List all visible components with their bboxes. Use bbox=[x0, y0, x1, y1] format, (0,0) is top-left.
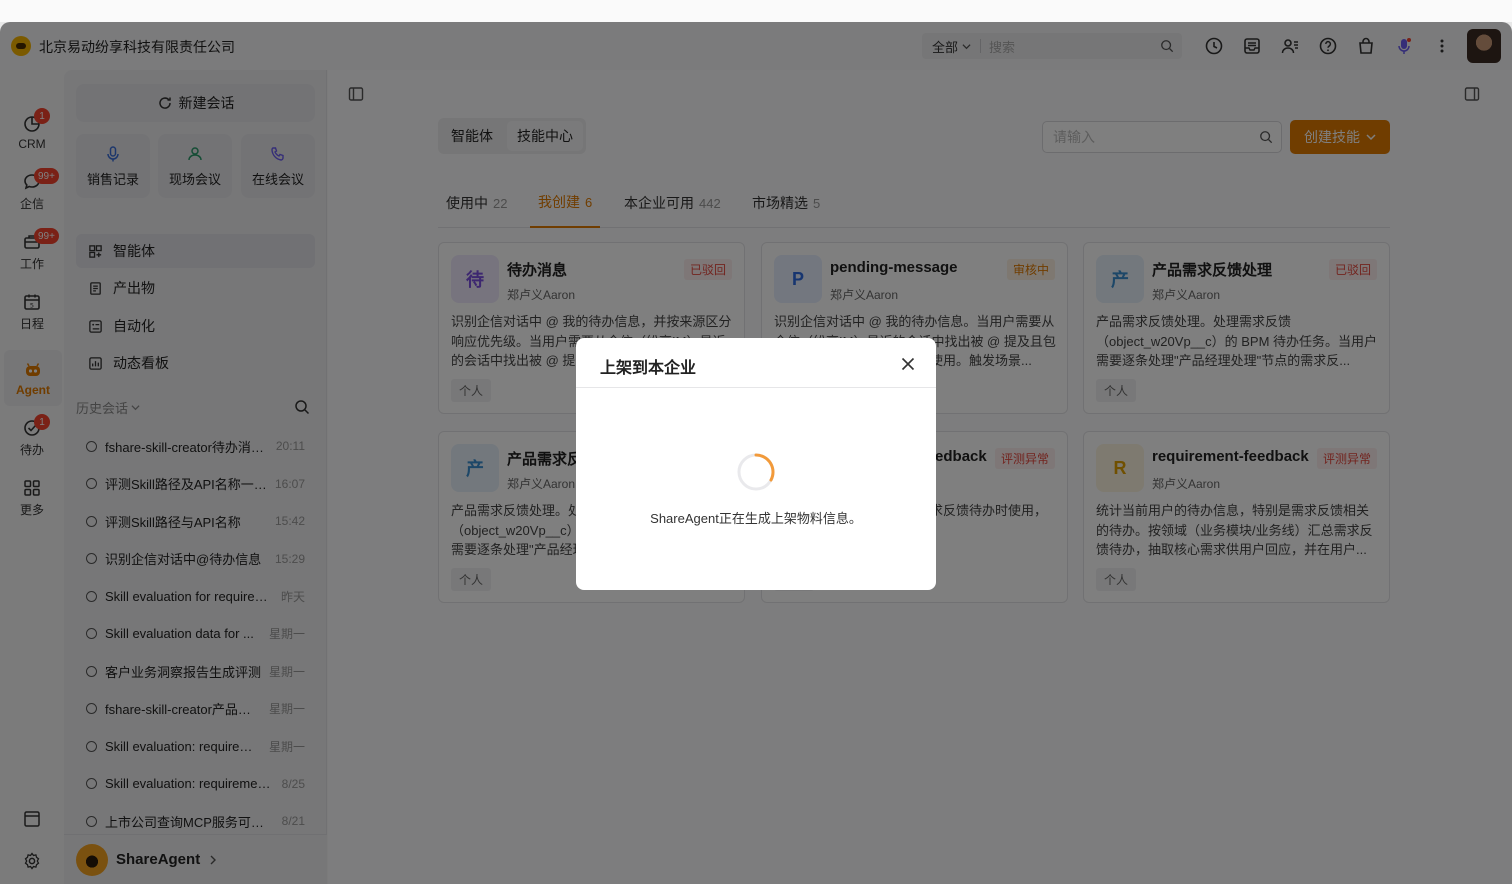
dialog-message: ShareAgent正在生成上架物料信息。 bbox=[650, 511, 862, 526]
publish-to-enterprise-dialog: 上架到本企业 ShareAgent正在生成上架物料信息。 bbox=[576, 338, 936, 590]
dialog-title: 上架到本企业 bbox=[600, 360, 697, 377]
divider bbox=[576, 387, 936, 388]
loading-spinner-icon bbox=[737, 453, 775, 491]
close-icon[interactable] bbox=[900, 356, 916, 372]
window-titlebar bbox=[0, 0, 1512, 22]
